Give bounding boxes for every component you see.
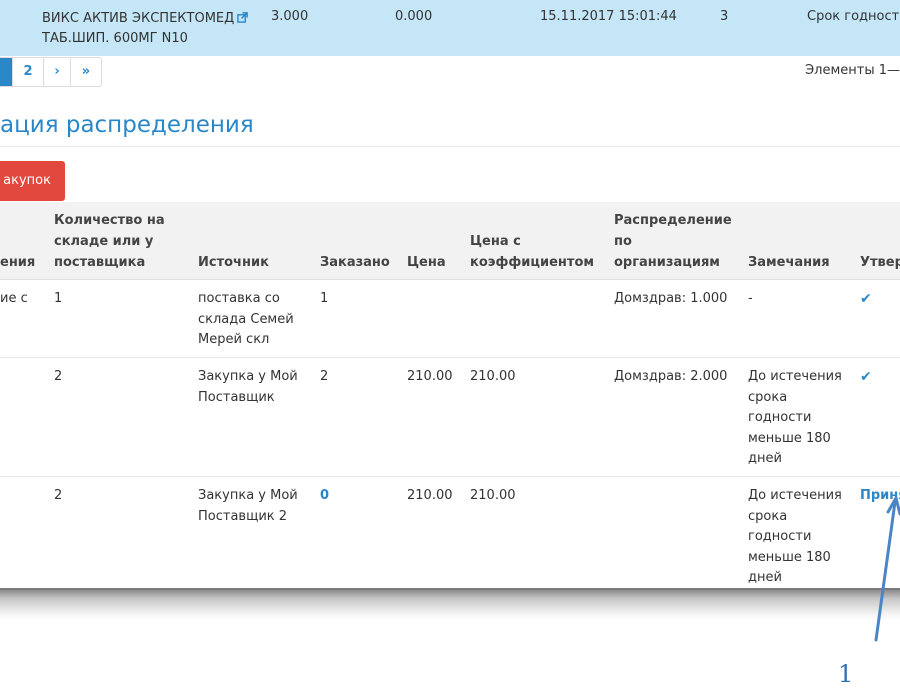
items-count-info: Элементы 1— bbox=[805, 63, 900, 78]
cell-remarks: До истечения срока годности меньше 180 д… bbox=[748, 486, 842, 589]
next-page-button[interactable]: › bbox=[43, 58, 70, 86]
approved-check-icon: ✔ bbox=[860, 291, 872, 307]
header-stock-qty: Количество на складе или у поставщика bbox=[54, 210, 165, 273]
product-name-line1: ВИКС АКТИВ ЭКСПЕКТОМЕД bbox=[42, 11, 235, 26]
cell-remarks-line: срока bbox=[748, 508, 788, 524]
cell-price-coef: 210.00 bbox=[470, 488, 516, 503]
cell-ordered: 2 bbox=[320, 369, 329, 384]
cell-remarks: До истечения срока годности меньше 180 д… bbox=[748, 367, 842, 470]
header-distribution-line2: по bbox=[614, 234, 632, 249]
remark-value: Срок годност bbox=[807, 9, 900, 24]
header-ordered: Заказано bbox=[320, 255, 390, 270]
row-divider bbox=[0, 476, 900, 477]
cell-col-0: ие с bbox=[0, 291, 28, 306]
cell-price: 210.00 bbox=[407, 369, 453, 384]
cell-source-line: Закупка у Мой bbox=[198, 488, 298, 503]
external-link-icon[interactable] bbox=[237, 12, 249, 23]
cell-source: Закупка у Мой Поставщик 2 bbox=[198, 486, 298, 527]
header-price-coef-line2: коэффициентом bbox=[470, 255, 595, 270]
cell-remarks-line: годности bbox=[748, 410, 812, 425]
page-1-button-active[interactable] bbox=[0, 58, 12, 86]
approved-check-icon: ✔ bbox=[860, 369, 872, 385]
header-distribution: Распределение по организациям bbox=[614, 210, 732, 273]
cell-stock-qty: 2 bbox=[54, 488, 63, 503]
count-value: 3 bbox=[720, 9, 729, 24]
cell-remarks-line: - bbox=[748, 291, 753, 306]
ordered-qty-link[interactable]: 0 bbox=[320, 486, 329, 507]
highlighted-table-row[interactable]: ВИКС АКТИВ ЭКСПЕКТОМЕД ТАБ.ШИП. 600МГ N1… bbox=[0, 0, 900, 56]
purchase-button[interactable]: акупок bbox=[0, 161, 65, 201]
section-title: ация распределения bbox=[0, 112, 254, 138]
header-price-coef-line1: Цена с bbox=[470, 234, 521, 249]
ordered-value: 0.000 bbox=[395, 9, 433, 24]
cell-price-coef: 210.00 bbox=[470, 369, 516, 384]
cell-source: поставка со склада Семей Мерей скл bbox=[198, 289, 294, 351]
cell-remarks-line: До истечения bbox=[748, 488, 842, 503]
cell-stock-qty: 2 bbox=[54, 369, 63, 384]
cell-source-line: склада Семей bbox=[198, 311, 294, 327]
cell-distribution: Домздрав: 1.000 bbox=[614, 291, 728, 306]
table-header: ения Количество на складе или у поставщи… bbox=[0, 202, 900, 280]
cell-price: 210.00 bbox=[407, 488, 453, 503]
cell-remarks-line: дней bbox=[748, 451, 782, 466]
cell-source-line: Поставщик 2 bbox=[198, 508, 288, 524]
header-approve: Утвер bbox=[860, 255, 900, 270]
section-divider bbox=[0, 146, 900, 147]
cell-source: Закупка у Мой Поставщик bbox=[198, 367, 298, 408]
header-stock-qty-line3: поставщика bbox=[54, 255, 146, 270]
quantity-value: 3.000 bbox=[271, 9, 309, 24]
header-price-coef: Цена с коэффициентом bbox=[470, 231, 594, 273]
cell-ordered: 1 bbox=[320, 291, 329, 306]
cell-stock-qty: 1 bbox=[54, 291, 63, 306]
purchase-button-label: акупок bbox=[3, 173, 51, 188]
header-price: Цена bbox=[407, 255, 446, 270]
cell-remarks-line: До истечения bbox=[748, 369, 842, 384]
header-distribution-line1: Распределение bbox=[614, 213, 732, 228]
cell-distribution: Домздрав: 2.000 bbox=[614, 369, 728, 384]
cell-source-line: поставка со bbox=[198, 291, 280, 306]
header-source: Источник bbox=[198, 255, 269, 270]
page-2-button[interactable]: 2 bbox=[12, 58, 43, 86]
annotation-number: 1 bbox=[838, 660, 854, 688]
cell-source-line: Мерей скл bbox=[198, 332, 270, 347]
cell-remarks: - bbox=[748, 289, 753, 310]
screenshot-shadow bbox=[0, 590, 900, 620]
header-distribution-line3: организациям bbox=[614, 255, 720, 270]
last-page-button[interactable]: » bbox=[70, 58, 101, 86]
cell-remarks-line: дней bbox=[748, 570, 782, 585]
header-col-0: ения bbox=[0, 255, 36, 270]
header-stock-qty-line1: Количество на bbox=[54, 213, 165, 228]
product-name: ВИКС АКТИВ ЭКСПЕКТОМЕД ТАБ.ШИП. 600МГ N1… bbox=[42, 9, 249, 49]
product-name-line2: ТАБ.ШИП. 600МГ N10 bbox=[42, 31, 188, 46]
cell-remarks-line: годности bbox=[748, 529, 812, 544]
cell-source-line: Поставщик bbox=[198, 389, 275, 405]
header-stock-qty-line2: складе или у bbox=[54, 234, 154, 249]
cell-remarks-line: срока bbox=[748, 389, 788, 405]
annotation-arrow-icon bbox=[874, 496, 900, 642]
datetime-value: 15.11.2017 15:01:44 bbox=[540, 9, 677, 24]
cell-remarks-line: меньше 180 bbox=[748, 430, 831, 446]
cell-remarks-line: меньше 180 bbox=[748, 549, 831, 565]
header-remarks: Замечания bbox=[748, 255, 830, 270]
pagination: 2 › » bbox=[0, 57, 102, 87]
cell-source-line: Закупка у Мой bbox=[198, 369, 298, 384]
row-divider bbox=[0, 357, 900, 358]
